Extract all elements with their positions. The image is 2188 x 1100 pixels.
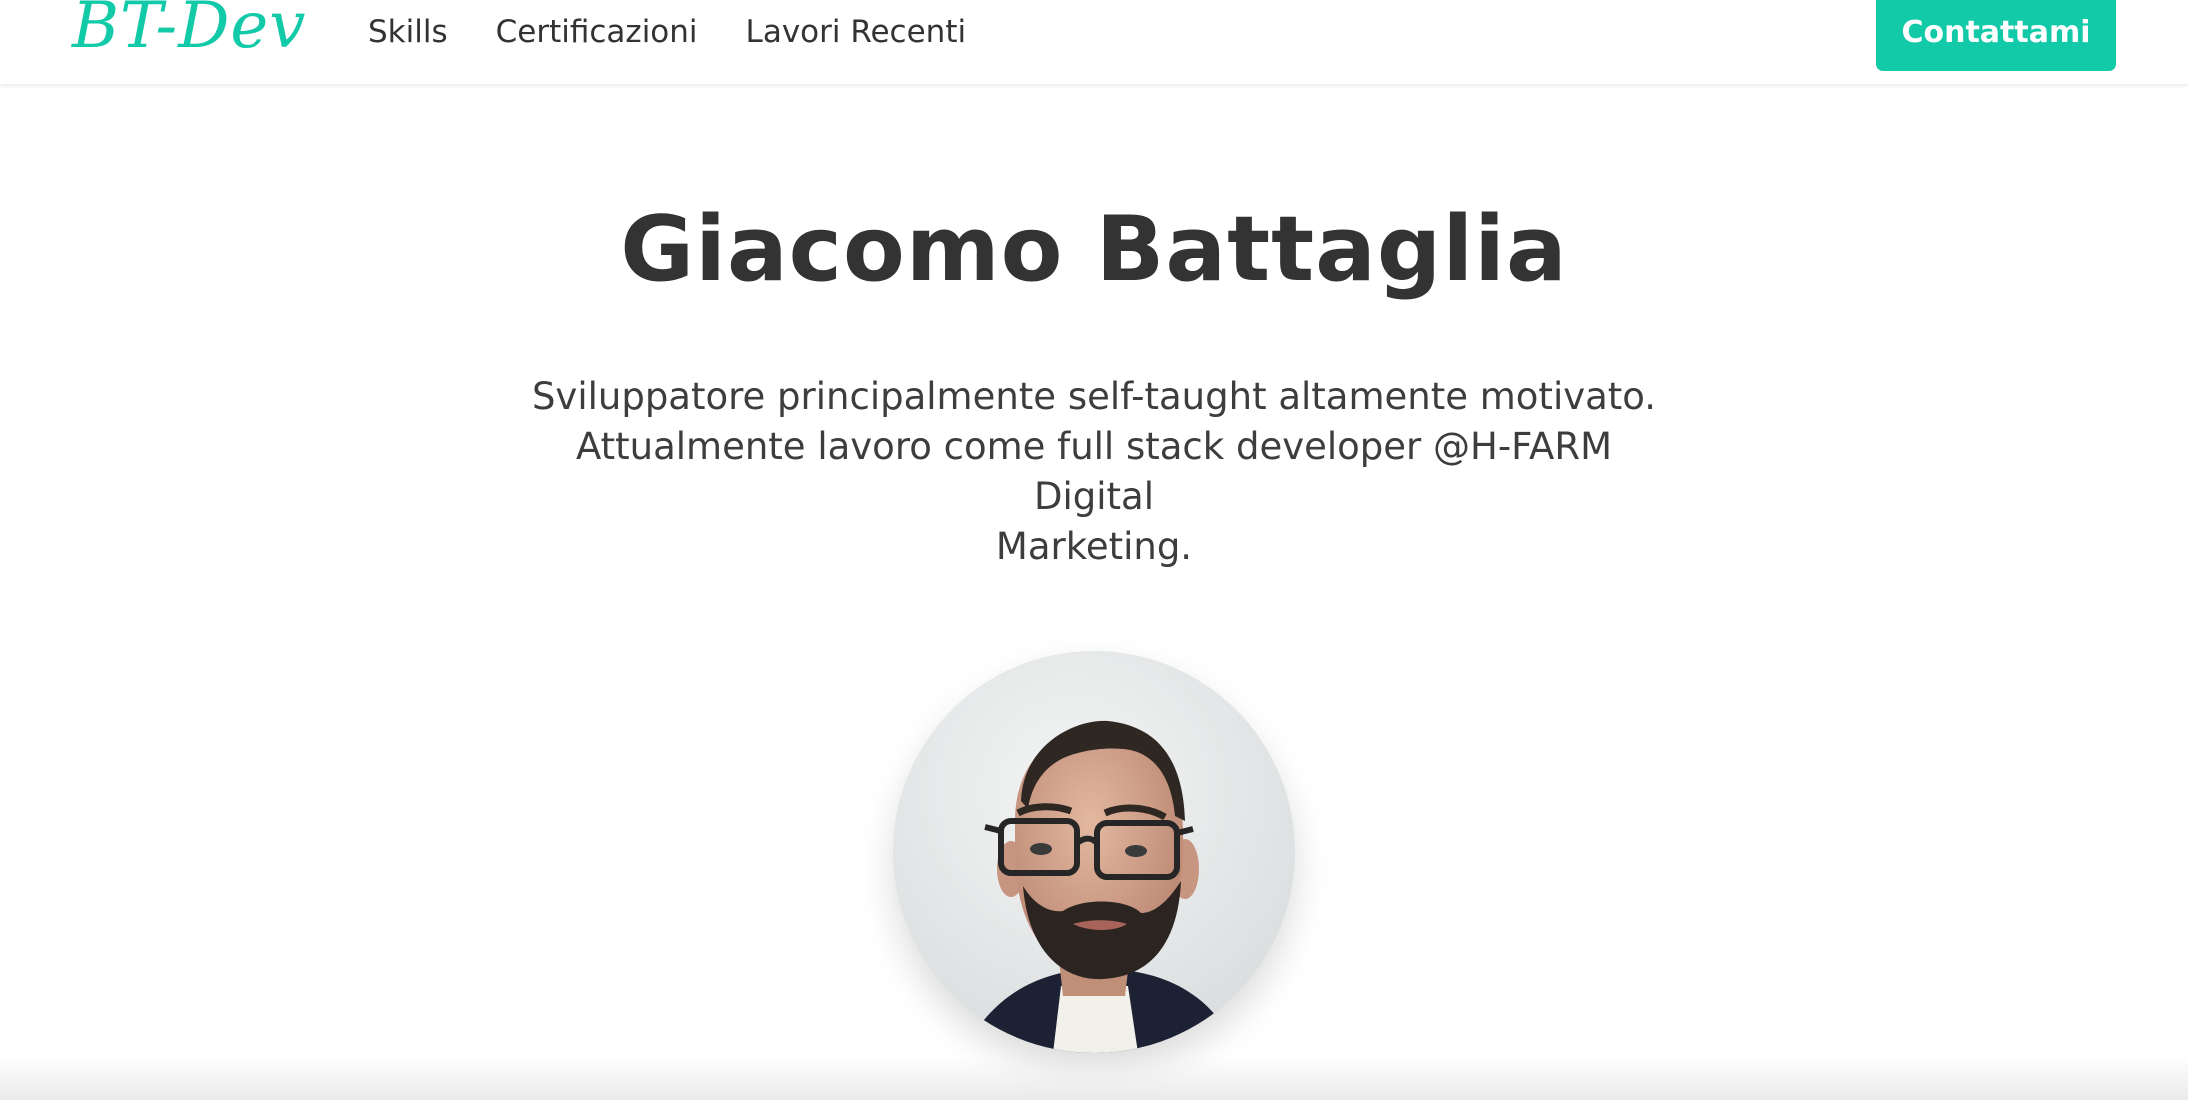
navbar: BT-Dev Skills Certificazioni Lavori Rece… — [0, 0, 2188, 84]
profile-photo — [893, 651, 1295, 1053]
hero-bio-line: Marketing. — [995, 525, 1193, 568]
section-divider — [0, 1056, 2188, 1100]
avatar — [893, 651, 1295, 1053]
nav-link-certificazioni[interactable]: Certificazioni — [496, 12, 698, 52]
nav-link-lavori-recenti[interactable]: Lavori Recenti — [746, 12, 967, 52]
hero-bio-line: Sviluppatore principalmente self-taught … — [531, 375, 1657, 418]
hero-name: Giacomo Battaglia — [620, 197, 1568, 302]
hero-bio-line: Attualmente lavoro come full stack devel… — [575, 425, 1613, 518]
hero-bio: Sviluppatore principalmente self-taught … — [514, 372, 1674, 572]
site-logo[interactable]: BT-Dev — [72, 0, 306, 66]
hero-section: Giacomo Battaglia Sviluppatore principal… — [0, 84, 2188, 572]
contact-button[interactable]: Contattami — [1876, 0, 2116, 71]
nav-links: Skills Certificazioni Lavori Recenti — [368, 12, 966, 52]
nav-link-skills[interactable]: Skills — [368, 12, 448, 52]
